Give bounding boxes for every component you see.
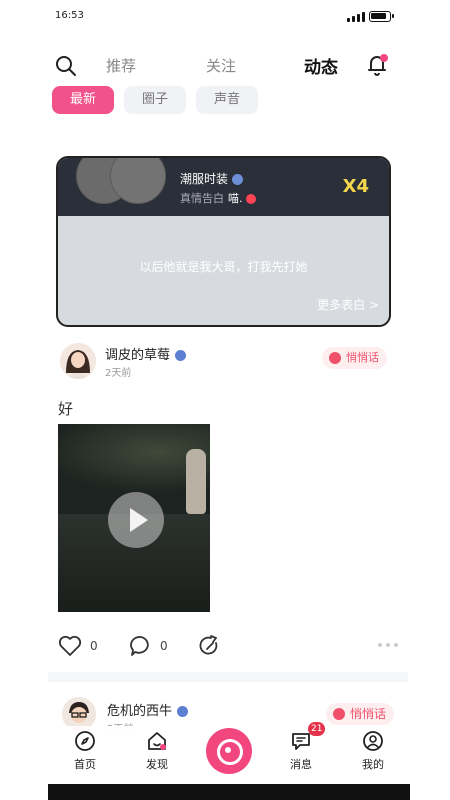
share-button[interactable] bbox=[198, 635, 220, 657]
signal-icon bbox=[347, 12, 365, 22]
tab-home-label: 首页 bbox=[74, 758, 96, 771]
tab-feed[interactable]: 动态 bbox=[304, 53, 338, 78]
tab-home[interactable]: 首页 bbox=[60, 730, 110, 772]
confession-nickname: 潮服时装 bbox=[180, 170, 244, 187]
record-button[interactable] bbox=[206, 728, 252, 774]
whisper-icon bbox=[333, 708, 345, 720]
like-count: 0 bbox=[90, 639, 98, 653]
profile-icon bbox=[363, 731, 383, 751]
confession-target-name: 喵. bbox=[228, 192, 243, 205]
tab-discover-label: 发现 bbox=[146, 758, 168, 771]
share-icon bbox=[199, 635, 218, 655]
message-badge: 21 bbox=[308, 722, 326, 736]
confession-subtitle-prefix: 真情告白 bbox=[180, 192, 224, 205]
whisper-label: 悄悄话 bbox=[350, 707, 387, 721]
comment-icon bbox=[130, 636, 149, 656]
whisper-icon bbox=[329, 352, 341, 364]
whisper-label: 悄悄话 bbox=[346, 351, 379, 364]
tab-messages[interactable]: 消息 bbox=[276, 730, 326, 772]
verified-icon bbox=[232, 174, 244, 185]
bell-icon[interactable] bbox=[364, 52, 390, 78]
whisper-button[interactable]: 悄悄话 bbox=[326, 703, 395, 725]
status-bar: 16:53 bbox=[0, 0, 450, 30]
post-text: 好 bbox=[58, 400, 74, 418]
compass-icon bbox=[75, 731, 95, 751]
sub-tabs: 最新 圈子 声音 bbox=[52, 86, 259, 114]
confession-message: 以后他就是我大哥，打我先打她 bbox=[139, 260, 308, 274]
divider bbox=[48, 672, 408, 682]
post-username-text: 危机的西牛 bbox=[107, 704, 173, 719]
video-thumbnail[interactable] bbox=[58, 424, 210, 612]
play-icon[interactable] bbox=[108, 492, 164, 548]
confession-card-header: 潮服时装 真情告白 喵. X4 bbox=[58, 158, 389, 216]
avatar[interactable] bbox=[60, 343, 96, 379]
tab-profile[interactable]: 我的 bbox=[348, 730, 398, 772]
top-nav: 推荐 关注 动态 bbox=[0, 48, 450, 82]
confession-multiplier: X4 bbox=[342, 176, 369, 197]
chip-latest[interactable]: 最新 bbox=[52, 86, 115, 114]
tab-following[interactable]: 关注 bbox=[206, 55, 236, 76]
gender-icon bbox=[245, 194, 256, 204]
app-screen: 16:53 推荐 关注 动态 最新 圈子 声音 潮服时装 真情告白 喵. X4 … bbox=[0, 0, 450, 800]
home-icon bbox=[148, 732, 166, 750]
tab-messages-label: 消息 bbox=[290, 758, 312, 771]
chip-circles[interactable]: 圈子 bbox=[124, 86, 187, 114]
confession-nickname-text: 潮服时装 bbox=[180, 172, 229, 186]
post-username[interactable]: 危机的西牛 bbox=[107, 700, 189, 719]
tab-discover[interactable]: 发现 bbox=[132, 730, 182, 772]
user-avatar-icon bbox=[60, 343, 96, 379]
home-indicator-bar bbox=[48, 784, 410, 800]
confession-card[interactable]: 潮服时装 真情告白 喵. X4 以后他就是我大哥，打我先打她 更多表白 > bbox=[56, 156, 391, 327]
search-icon[interactable] bbox=[54, 54, 78, 78]
tab-profile-label: 我的 bbox=[362, 758, 384, 771]
comment-button[interactable]: 0 bbox=[130, 635, 168, 657]
post-username-text: 调皮的草莓 bbox=[105, 348, 171, 363]
heart-icon bbox=[58, 635, 82, 656]
confession-subtitle: 真情告白 喵. bbox=[180, 190, 256, 206]
like-button[interactable]: 0 bbox=[58, 635, 98, 657]
post-username[interactable]: 调皮的草莓 bbox=[105, 344, 187, 363]
verified-icon bbox=[175, 350, 187, 361]
more-confessions-link[interactable]: 更多表白 > bbox=[317, 296, 379, 313]
avatar bbox=[110, 158, 166, 204]
more-options-icon[interactable] bbox=[378, 643, 398, 647]
whisper-button[interactable]: 悄悄话 bbox=[322, 347, 387, 369]
post-time: 2天前 bbox=[105, 368, 132, 379]
bottom-tab-bar: 首页 发现 消息 21 我的 bbox=[48, 722, 410, 784]
status-time: 16:53 bbox=[55, 10, 84, 21]
video-scene bbox=[186, 449, 206, 514]
battery-icon bbox=[369, 11, 394, 22]
chip-voice[interactable]: 声音 bbox=[196, 86, 259, 114]
post-actions: 0 0 bbox=[58, 635, 398, 659]
tab-recommend[interactable]: 推荐 bbox=[106, 55, 136, 76]
verified-icon bbox=[177, 706, 189, 717]
comment-count: 0 bbox=[160, 639, 168, 653]
